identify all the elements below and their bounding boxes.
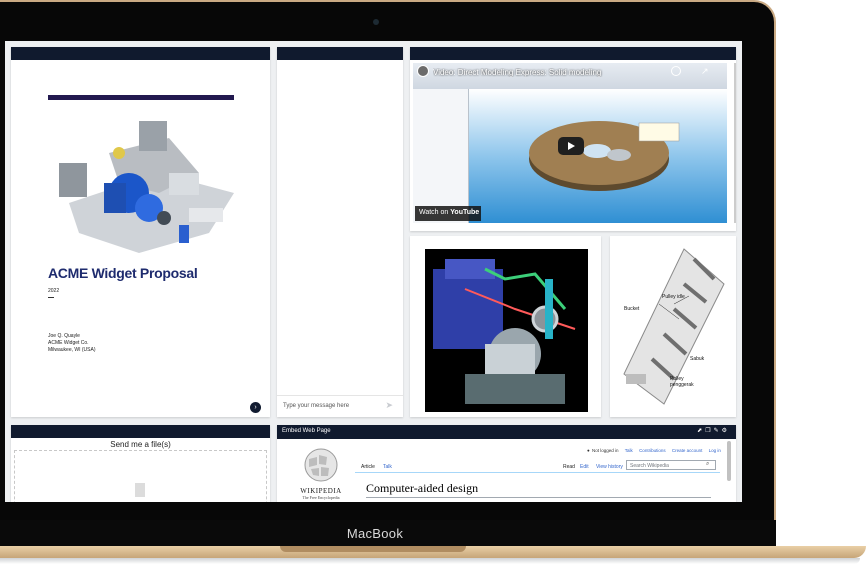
upload-icon	[135, 483, 145, 497]
play-button[interactable]	[558, 137, 584, 155]
laptop-shadow	[0, 558, 860, 564]
card-header	[11, 425, 270, 438]
link-talk[interactable]: Talk	[625, 448, 633, 453]
send-icon[interactable]: ➤	[385, 400, 393, 411]
webcam	[373, 19, 379, 25]
divider	[48, 297, 54, 298]
search-icon[interactable]: ⌕	[706, 461, 709, 468]
video-card: Video: Direct Modeling Express: Solid mo…	[410, 47, 736, 231]
not-logged-in: Not logged in	[591, 448, 619, 453]
label-belt: Sabuk	[690, 356, 705, 362]
document-card[interactable]: ACME Widget Proposal 2022 Joe Q. Quayle …	[11, 47, 270, 417]
embed-title: Embed Web Page	[282, 428, 331, 434]
author-company: ACME Widget Co.	[48, 340, 89, 346]
label-bucket: Bucket	[624, 306, 640, 312]
copy-icon[interactable]: ❐	[705, 428, 713, 434]
file-upload-card: Send me a file(s)	[11, 425, 270, 502]
document-year: 2022	[48, 288, 60, 294]
tab-talk[interactable]: Talk	[383, 464, 392, 470]
laptop-base-notch	[280, 546, 466, 552]
machine-image-card	[410, 236, 601, 417]
link-log-in[interactable]: Log in	[709, 448, 721, 453]
share-icon[interactable]: ↗	[701, 66, 709, 77]
link-create-account[interactable]: Create account	[672, 448, 703, 453]
watch-on-label: Watch on	[419, 209, 449, 216]
watch-later-icon[interactable]	[671, 66, 681, 76]
tab-view-history[interactable]: View history	[596, 464, 623, 470]
channel-avatar[interactable]	[417, 65, 429, 77]
wiki-search-input[interactable]: Search Wikipedia	[626, 460, 716, 470]
upload-title: Send me a file(s)	[110, 440, 171, 449]
card-header	[11, 47, 270, 60]
wiki-personal-tools: ● Not logged in Talk Contributions Creat…	[587, 448, 721, 453]
youtube-embed[interactable]: Video: Direct Modeling Express: Solid mo…	[413, 63, 727, 223]
wikipedia-tagline: The Free Encyclopedia	[302, 495, 340, 500]
cad-viewport	[469, 89, 727, 223]
label-pulley-idle: Pulley idle	[662, 294, 685, 300]
video-title[interactable]: Video: Direct Modeling Express: Solid mo…	[433, 68, 683, 77]
tab-edit[interactable]: Edit	[580, 464, 589, 470]
cad-assembly-image	[59, 121, 234, 253]
laptop-mockup: MacBook ACME Widget Proposal 2022 Joe Q.…	[0, 0, 866, 568]
label-drive-pulley-2: penggerak	[670, 382, 694, 388]
tab-read[interactable]: Read	[563, 464, 575, 470]
scrollbar[interactable]	[734, 63, 736, 223]
watch-on-youtube[interactable]: Watch on YouTube	[415, 206, 481, 221]
chat-message-input[interactable]: Type your message here	[277, 395, 403, 417]
card-header	[410, 47, 736, 60]
piping-model-image	[425, 249, 588, 412]
laptop-brand-label: MacBook	[346, 526, 404, 541]
scrollbar[interactable]	[727, 441, 731, 481]
screen: ACME Widget Proposal 2022 Joe Q. Quayle …	[5, 41, 742, 502]
wikipedia-page: WIKIPEDIA The Free Encyclopedia ● Not lo…	[277, 439, 736, 502]
next-page-button[interactable]: ›	[250, 402, 261, 413]
edit-icon[interactable]: ✎	[714, 428, 722, 434]
tab-divider	[355, 472, 720, 473]
document-author-block: Joe Q. Quayle ACME Widget Co. Milwaukee,…	[48, 333, 96, 354]
card-header	[277, 47, 403, 60]
youtube-logo: YouTube	[450, 209, 480, 216]
embed-web-page-card: Embed Web Page ⬈❐✎⚙ WIKIPEDIA The Free E…	[277, 425, 736, 502]
wikipedia-wordmark: WIKIPEDIA	[300, 487, 342, 495]
embed-actions: ⬈❐✎⚙	[697, 427, 730, 434]
chat-card: Type your message here ➤	[277, 47, 403, 417]
title-accent-bar	[48, 95, 234, 100]
author-location: Milwaukee, WI (USA)	[48, 347, 96, 353]
settings-icon[interactable]: ⚙	[722, 428, 730, 434]
author-name: Joe Q. Quayle	[48, 333, 80, 339]
document-title: ACME Widget Proposal	[48, 265, 198, 281]
cad-structure-browser	[413, 89, 469, 223]
tab-article[interactable]: Article	[361, 464, 375, 470]
article-heading: Computer-aided design	[366, 481, 479, 495]
user-icon: ●	[587, 448, 590, 453]
external-link-icon[interactable]: ⬈	[697, 428, 705, 434]
bucket-elevator-card: Pulley idle Bucket Sabuk Pulley penggera…	[610, 236, 736, 417]
link-contributions[interactable]: Contributions	[639, 448, 666, 453]
embed-header: Embed Web Page ⬈❐✎⚙	[277, 425, 736, 439]
disc-model	[529, 121, 680, 191]
heading-rule	[366, 497, 711, 498]
